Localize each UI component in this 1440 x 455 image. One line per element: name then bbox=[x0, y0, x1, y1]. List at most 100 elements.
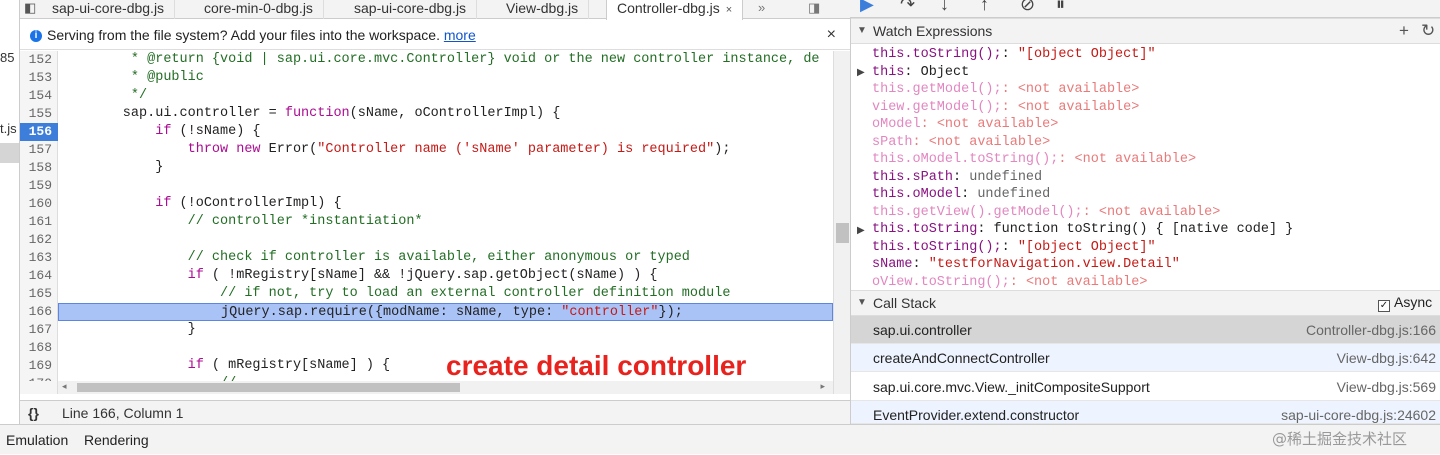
line-number[interactable]: 160 bbox=[20, 195, 58, 213]
watch-row[interactable]: this.toString();: "[object Object]" bbox=[872, 46, 1156, 64]
pretty-print-icon[interactable]: {} bbox=[28, 401, 39, 425]
navigator-selected-row[interactable] bbox=[0, 143, 19, 163]
infobar-more-link[interactable]: more bbox=[444, 27, 476, 43]
scrollbar-thumb[interactable] bbox=[77, 383, 460, 392]
line-number[interactable]: 165 bbox=[20, 285, 58, 303]
collapse-triangle-icon[interactable]: ▼ bbox=[857, 291, 867, 315]
line-number[interactable]: 168 bbox=[20, 339, 58, 357]
line-number[interactable]: 155 bbox=[20, 105, 58, 123]
editor-vertical-scrollbar[interactable] bbox=[833, 51, 850, 394]
watch-row[interactable]: this.oModel.toString();: <not available> bbox=[872, 151, 1196, 169]
call-frame[interactable]: sap.ui.core.mvc.View._initCompositeSuppo… bbox=[851, 373, 1440, 401]
expand-triangle-icon[interactable]: ▶ bbox=[857, 67, 865, 78]
frame-location[interactable]: View-dbg.js:569 bbox=[1337, 373, 1436, 401]
line-number[interactable]: 158 bbox=[20, 159, 58, 177]
watch-row[interactable]: this.toString();: "[object Object]" bbox=[872, 239, 1156, 257]
line-number[interactable]: 167 bbox=[20, 321, 58, 339]
watch-expressions-header[interactable]: ▼ Watch Expressions + ↻ bbox=[851, 18, 1440, 44]
watch-row[interactable]: this.oModel: undefined bbox=[872, 186, 1050, 204]
line-number[interactable]: 152 bbox=[20, 51, 58, 69]
line-number[interactable]: 157 bbox=[20, 141, 58, 159]
watch-row[interactable]: this: Object bbox=[872, 64, 969, 82]
watch-row[interactable]: sName: "testforNavigation.view.Detail" bbox=[872, 256, 1180, 274]
tab-rendering[interactable]: Rendering bbox=[84, 425, 149, 455]
frame-location[interactable]: sap-ui-core-dbg.js:24602 bbox=[1281, 401, 1436, 423]
code-line: // check if controller is available, eit… bbox=[187, 250, 690, 265]
line-number[interactable]: 162 bbox=[20, 231, 58, 249]
close-icon[interactable]: × bbox=[827, 20, 836, 50]
console-drawer-tabs: Emulation Rendering bbox=[0, 424, 1440, 454]
watch-row[interactable]: oModel: <not available> bbox=[872, 116, 1058, 134]
code-line: // controller *instantiation* bbox=[187, 214, 423, 229]
watch-value: <not available> bbox=[1017, 99, 1140, 115]
watch-row[interactable]: this.getView().getModel();: <not availab… bbox=[872, 204, 1220, 222]
tab-sap-ui-core-dbg[interactable]: sap-ui-core-dbg.js bbox=[42, 0, 176, 19]
panel-toggle-icon[interactable]: ◧ bbox=[24, 0, 36, 16]
tab-overflow-icon[interactable]: » bbox=[758, 0, 765, 15]
line-number[interactable]: 170 bbox=[20, 375, 58, 381]
line-number[interactable]: 166 bbox=[20, 303, 58, 321]
checkbox-check-icon[interactable]: ✓ bbox=[1378, 300, 1390, 312]
async-checkbox[interactable]: ✓ Async bbox=[1378, 294, 1432, 312]
watch-value: <not available> bbox=[1074, 152, 1197, 167]
pause-on-exceptions-icon[interactable]: ⏸ bbox=[1056, 0, 1065, 15]
line-number[interactable]: 169 bbox=[20, 357, 58, 375]
refresh-icon[interactable]: ↻ bbox=[1421, 19, 1435, 43]
line-number[interactable]: 163 bbox=[20, 249, 58, 267]
watch-row[interactable]: oView.toString();: <not available> bbox=[872, 274, 1147, 288]
debugger-toolbar: ▶ ↷ ↓ ↑ ⊘ ⏸ bbox=[850, 0, 1440, 18]
resume-icon[interactable]: ▶ bbox=[860, 0, 874, 15]
call-frame[interactable]: createAndConnectController View-dbg.js:64… bbox=[851, 344, 1440, 372]
watch-value: "[object Object]" bbox=[1017, 239, 1156, 255]
editor-horizontal-scrollbar[interactable]: ◂ ▸ bbox=[58, 381, 833, 394]
watch-row[interactable]: this.toString: function toString() { [na… bbox=[872, 221, 1293, 239]
step-into-icon[interactable]: ↓ bbox=[940, 0, 949, 15]
watch-value: <not available> bbox=[928, 134, 1051, 150]
watch-value: undefined bbox=[977, 187, 1051, 202]
collapse-triangle-icon[interactable]: ▼ bbox=[857, 19, 867, 43]
call-frame[interactable]: sap.ui.controller Controller-dbg.js:166 bbox=[851, 316, 1440, 344]
watch-key: this.toString bbox=[872, 222, 978, 237]
step-out-icon[interactable]: ↑ bbox=[980, 0, 989, 15]
watch-sep: : bbox=[920, 117, 937, 132]
call-stack-header[interactable]: ▼ Call Stack bbox=[851, 290, 1440, 316]
call-frame[interactable]: EventProvider.extend.constructor sap-ui-c… bbox=[851, 401, 1440, 424]
line-number[interactable]: 161 bbox=[20, 213, 58, 231]
infobar-text: Serving from the file system? Add your f… bbox=[47, 27, 440, 43]
navigator-file-fragment[interactable]: t.js bbox=[0, 121, 17, 136]
watch-value: <not available> bbox=[1025, 274, 1148, 288]
frame-location[interactable]: View-dbg.js:642 bbox=[1337, 344, 1436, 372]
watch-key: this.getView().getModel(); bbox=[872, 204, 1083, 220]
code-editor[interactable]: * @return {void | sap.ui.core.mvc.Contro… bbox=[58, 51, 833, 381]
scroll-right-icon[interactable]: ▸ bbox=[820, 381, 825, 392]
watch-row[interactable]: sPath: <not available> bbox=[872, 134, 1050, 152]
panel-toggle-right-icon[interactable]: ◨ bbox=[808, 0, 820, 16]
watch-row[interactable]: this.sPath: undefined bbox=[872, 169, 1042, 187]
scrollbar-thumb[interactable] bbox=[836, 223, 849, 243]
tab-controller-dbg[interactable]: Controller-dbg.js × bbox=[606, 0, 744, 20]
line-number[interactable]: 159 bbox=[20, 177, 58, 195]
line-number[interactable]: 154 bbox=[20, 87, 58, 105]
add-expression-icon[interactable]: + bbox=[1399, 19, 1409, 43]
code-line: if ( !mRegistry[sName] && !jQuery.sap.ge… bbox=[187, 268, 658, 283]
code-line: } bbox=[58, 322, 196, 337]
watch-row[interactable]: this.getModel();: <not available> bbox=[872, 81, 1139, 99]
tab-close-icon[interactable]: × bbox=[726, 4, 732, 16]
tab-emulation[interactable]: Emulation bbox=[6, 425, 68, 455]
line-number[interactable]: 164 bbox=[20, 267, 58, 285]
tab-core-min-0-dbg[interactable]: core-min-0-dbg.js bbox=[194, 0, 324, 19]
scroll-left-icon[interactable]: ◂ bbox=[62, 381, 67, 392]
step-over-icon[interactable]: ↷ bbox=[900, 0, 915, 15]
code-line: if (!sName) { bbox=[155, 124, 261, 139]
watch-sep: : bbox=[912, 134, 929, 150]
tab-view-dbg[interactable]: View-dbg.js bbox=[496, 0, 590, 19]
watch-row[interactable]: view.getModel();: <not available> bbox=[872, 99, 1139, 117]
line-number[interactable]: 153 bbox=[20, 69, 58, 87]
tab-sap-ui-core-dbg-2[interactable]: sap-ui-core-dbg.js bbox=[344, 0, 478, 19]
breakpoint-marker[interactable]: 156 bbox=[20, 123, 58, 141]
frame-location[interactable]: Controller-dbg.js:166 bbox=[1306, 316, 1436, 344]
deactivate-breakpoints-icon[interactable]: ⊘ bbox=[1020, 0, 1035, 15]
expand-triangle-icon[interactable]: ▶ bbox=[857, 225, 865, 236]
watch-value: undefined bbox=[969, 169, 1043, 185]
